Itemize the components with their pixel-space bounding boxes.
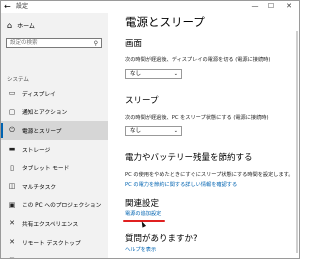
battery-heading: 電力やバッテリー残量を節約する bbox=[125, 153, 253, 163]
shared-icon: ✕ bbox=[9, 219, 15, 228]
sidebar-item[interactable]: ▭ ディスプレイ bbox=[1, 84, 108, 103]
projection-icon: ▣ bbox=[8, 200, 16, 209]
search-input[interactable]: 設定の検索 ⚲ bbox=[6, 38, 102, 48]
screen-timeout-value: なし bbox=[130, 71, 142, 77]
help-link[interactable]: ヘルプを表示 bbox=[125, 247, 156, 254]
minimize-button[interactable]: — bbox=[248, 1, 262, 12]
home-label: ホーム bbox=[17, 23, 35, 30]
sidebar-item[interactable]: ✕ 共有エクスペリエンス bbox=[1, 214, 108, 233]
sidebar-item[interactable]: ▣ この PC へのプロジェクション bbox=[1, 196, 108, 215]
home-link[interactable]: ⌂ ホーム bbox=[7, 21, 35, 30]
questions-heading: 質問がありますか? bbox=[125, 234, 198, 244]
scrollbar[interactable] bbox=[296, 31, 298, 253]
storage-icon: ▬ bbox=[8, 145, 16, 154]
sidebar-item[interactable]: ▬ ストレージ bbox=[1, 140, 108, 159]
sidebar-item[interactable]: ⓘバージョン情報 bbox=[1, 251, 108, 258]
section-label: システム bbox=[7, 77, 29, 83]
sleep-label: 次の時間が経過後、PC をスリープ状態にする (電源に接続時) bbox=[125, 115, 269, 121]
sidebar-item-label: ディスプレイ bbox=[22, 91, 56, 98]
remote-icon: ✕ bbox=[9, 238, 15, 247]
sidebar-item-label: リモート デスクトップ bbox=[22, 240, 81, 247]
settings-window: ← 設定 — ☐ ✕ ⌂ ホーム 設定の検索 ⚲ システム ▭ ディスプレイ ▢ 通知… bbox=[0, 0, 300, 259]
sleep-timeout-dropdown[interactable]: なし ⌄ bbox=[125, 126, 182, 136]
screen-timeout-dropdown[interactable]: なし ⌄ bbox=[125, 69, 182, 79]
close-button[interactable]: ✕ bbox=[282, 1, 296, 12]
sidebar-item[interactable]: ▢ 通知とアクション bbox=[1, 103, 108, 122]
power-icon: ⏻ bbox=[9, 125, 15, 134]
tablet-icon: ▯ bbox=[10, 163, 14, 172]
sidebar-item-label: マルチタスク bbox=[22, 184, 57, 191]
title-bar: ← 設定 — ☐ ✕ bbox=[1, 1, 299, 13]
notification-icon: ▢ bbox=[8, 107, 16, 116]
sidebar: ⌂ ホーム 設定の検索 ⚲ システム ▭ ディスプレイ ▢ 通知とアクション ⏻ 電源とス… bbox=[1, 13, 108, 258]
display-icon: ▭ bbox=[8, 89, 16, 98]
sidebar-item[interactable]: ▯ タブレット モード bbox=[1, 158, 108, 177]
back-icon[interactable]: ← bbox=[4, 1, 11, 12]
sidebar-item-label: この PC へのプロジェクション bbox=[22, 203, 102, 210]
sidebar-item-label: 共有エクスペリエンス bbox=[22, 221, 79, 228]
sidebar-item-label: タブレット モード bbox=[22, 166, 70, 173]
sleep-timeout-value: なし bbox=[130, 128, 142, 134]
main-content: 電源とスリープ 画面 次の時間が経過後、ディスプレイの電源を切る (電源に接続時… bbox=[108, 13, 299, 258]
chevron-down-icon: ⌄ bbox=[173, 128, 178, 134]
maximize-button[interactable]: ☐ bbox=[264, 1, 278, 12]
sidebar-item-label: 通知とアクション bbox=[22, 110, 68, 117]
sleep-heading: スリープ bbox=[125, 96, 159, 106]
sidebar-item-label: 電源とスリープ bbox=[22, 128, 62, 135]
chevron-down-icon: ⌄ bbox=[173, 71, 178, 77]
additional-power-settings-link[interactable]: 電源の追加設定 bbox=[125, 211, 161, 218]
battery-text: PC の使用をやめたときにすぐにスリープ状態にする時間を設定します。 bbox=[125, 172, 294, 178]
page-title: 電源とスリープ bbox=[125, 15, 205, 29]
home-icon: ⌂ bbox=[7, 20, 13, 30]
screen-heading: 画面 bbox=[125, 39, 143, 49]
search-placeholder: 設定の検索 bbox=[10, 40, 38, 46]
screen-label: 次の時間が経過後、ディスプレイの電源を切る (電源に接続時) bbox=[125, 57, 271, 63]
multitask-icon: ◫ bbox=[8, 182, 16, 191]
sidebar-item[interactable]: ✕ リモート デスクトップ bbox=[1, 233, 108, 252]
related-heading: 関連設定 bbox=[125, 199, 160, 209]
sidebar-item-label: ストレージ bbox=[22, 147, 51, 154]
sidebar-item[interactable]: ⏻ 電源とスリープ bbox=[1, 121, 108, 140]
window-title: 設定 bbox=[16, 3, 29, 10]
info-icon: ⓘ bbox=[7, 256, 17, 258]
battery-info-link[interactable]: PC の電力を節約に関する詳しい情報を確認する bbox=[125, 182, 237, 189]
nav-list: ▭ ディスプレイ ▢ 通知とアクション ⏻ 電源とスリープ ▬ ストレージ ▯ タブレット モード… bbox=[1, 84, 108, 258]
search-icon: ⚲ bbox=[93, 40, 98, 47]
sidebar-item[interactable]: ◫ マルチタスク bbox=[1, 177, 108, 196]
